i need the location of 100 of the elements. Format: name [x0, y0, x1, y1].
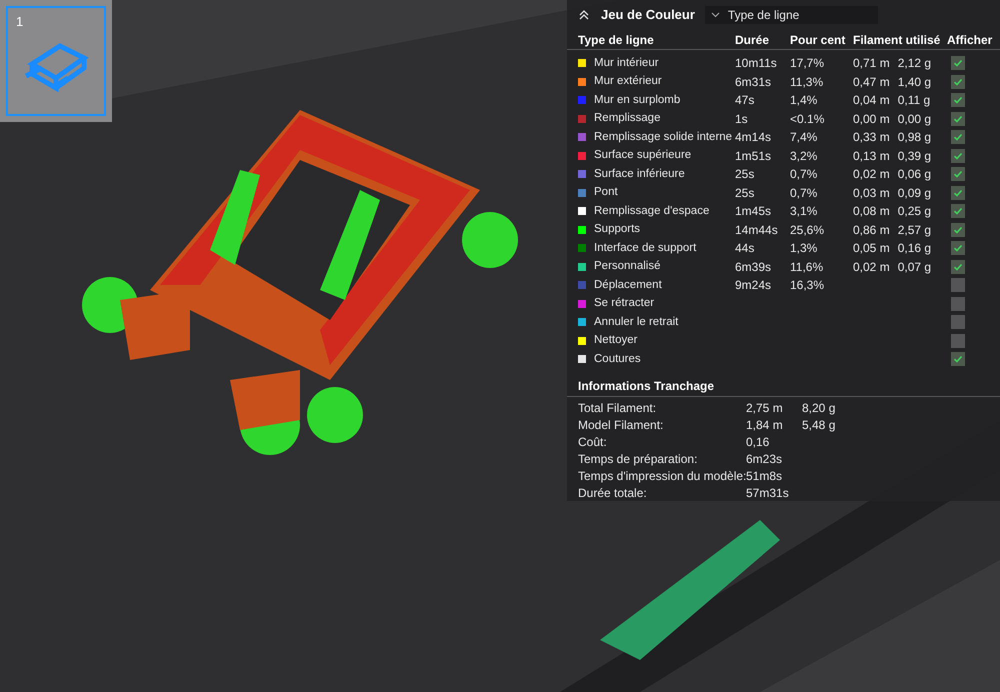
check-icon — [953, 95, 963, 106]
column-header: Durée — [735, 32, 770, 48]
line-type-name: Surface supérieure — [594, 148, 692, 164]
percent: <0.1% — [790, 110, 826, 128]
filament-length: 0,71 m — [853, 55, 890, 72]
line-type-name: Mur extérieur — [594, 74, 662, 90]
filament-length: 0,47 m — [853, 74, 890, 91]
line-type-name: Surface inférieure — [594, 166, 685, 182]
check-icon — [953, 243, 963, 254]
filament-weight: 0,06 g — [898, 166, 932, 184]
info-value: 1,84 m — [746, 416, 784, 434]
show-checkbox[interactable] — [951, 222, 965, 237]
line-type-name: Nettoyer — [594, 333, 638, 348]
duration: 25s — [735, 166, 756, 184]
filament-length: 0,02 m — [853, 166, 890, 184]
show-checkbox[interactable] — [951, 260, 965, 274]
filament-weight: 0,11 g — [898, 92, 930, 110]
filament-length: 0,04 m — [853, 92, 890, 110]
show-checkbox[interactable] — [951, 167, 965, 182]
line-type-name: Remplissage — [594, 111, 660, 126]
section-title: Informations Tranchage — [578, 378, 714, 395]
show-checkbox[interactable] — [951, 334, 965, 348]
info-label: Durée totale: — [578, 484, 648, 502]
column-header: Filament utilisé — [853, 32, 942, 48]
percent: 0,7% — [790, 166, 818, 184]
check-icon — [953, 206, 963, 216]
filament-weight: 0,16 g — [898, 240, 932, 258]
filament-weight: 2,57 g — [898, 222, 932, 239]
duration: 1s — [735, 110, 749, 128]
show-checkbox[interactable] — [951, 352, 965, 366]
line-type-name: Pont — [594, 185, 618, 200]
duration: 1m45s — [735, 203, 772, 220]
filament-length: 0,03 m — [853, 184, 890, 202]
filament-length: 0,00 m — [853, 110, 890, 128]
percent: 11,3% — [790, 74, 824, 91]
filament-weight: 2,12 g — [898, 55, 932, 72]
filament-length: 0,08 m — [853, 203, 890, 220]
info-label: Temps d'impression du modèle: — [578, 468, 746, 484]
show-checkbox[interactable] — [951, 241, 965, 256]
check-icon — [953, 188, 963, 198]
duration: 4m14s — [735, 129, 772, 146]
column-header: Type de ligne — [578, 32, 655, 48]
legend-title: Jeu de Couleur — [601, 6, 695, 24]
info-value: 0,16 — [746, 434, 770, 450]
show-checkbox[interactable] — [951, 204, 965, 218]
percent: 3,2% — [790, 148, 818, 165]
line-type-name: Mur intérieur — [594, 56, 659, 71]
view-type-dropdown[interactable]: Type de ligne — [704, 6, 878, 24]
filament-weight: 0,39 g — [898, 148, 932, 165]
info-label: Model Filament: — [578, 416, 664, 434]
column-header: Afficher — [947, 32, 994, 48]
duration: 6m39s — [735, 258, 772, 276]
info-label: Coût: — [578, 434, 608, 450]
line-type-name: Interface de support — [594, 240, 696, 256]
collapse-button[interactable] — [577, 8, 591, 22]
show-checkbox[interactable] — [951, 315, 965, 330]
duration: 25s — [735, 184, 756, 202]
check-icon — [953, 132, 963, 142]
info-value: 5,48 g — [802, 416, 836, 434]
percent: 1,4% — [790, 92, 818, 110]
filament-weight: 0,00 g — [898, 110, 932, 128]
filament-length: 0,86 m — [853, 222, 890, 239]
check-icon — [953, 150, 963, 161]
duration: 14m44s — [735, 222, 779, 239]
show-checkbox[interactable] — [951, 278, 965, 292]
line-type-name: Coutures — [594, 352, 641, 367]
info-value: 57m31s — [746, 484, 790, 502]
duration: 10m11s — [735, 55, 778, 72]
show-checkbox[interactable] — [951, 74, 965, 89]
percent: 25,6% — [790, 222, 826, 239]
check-icon — [953, 354, 963, 364]
line-type-name: Personnalisé — [594, 259, 660, 274]
percent: 3,1% — [790, 203, 818, 220]
percent: 16,3% — [790, 277, 826, 294]
show-checkbox[interactable] — [951, 296, 965, 311]
show-checkbox[interactable] — [951, 56, 965, 70]
show-checkbox[interactable] — [951, 186, 965, 200]
filament-length: 0,13 m — [853, 148, 890, 165]
info-label: Temps de préparation: — [578, 450, 698, 468]
show-checkbox[interactable] — [951, 112, 965, 126]
show-checkbox[interactable] — [951, 148, 965, 163]
show-checkbox[interactable] — [951, 130, 965, 144]
line-type-name: Annuler le retrait — [594, 314, 678, 330]
percent: 17,7% — [790, 55, 826, 72]
line-type-name: Supports — [594, 222, 640, 238]
check-icon — [953, 169, 963, 180]
check-icon — [953, 224, 963, 235]
show-checkbox[interactable] — [951, 93, 965, 108]
info-value: 2,75 m — [746, 400, 784, 416]
duration: 6m31s — [735, 74, 772, 91]
info-value: 8,20 g — [802, 400, 836, 416]
duration: 9m24s — [735, 277, 772, 294]
line-type-name: Déplacement — [594, 278, 662, 293]
percent: 7,4% — [790, 129, 818, 146]
check-icon — [953, 262, 963, 272]
percent: 1,3% — [790, 240, 818, 258]
line-type-name: Se rétracter — [594, 296, 654, 312]
duration: 1m51s — [735, 148, 772, 165]
filament-weight: 0,98 g — [898, 129, 932, 146]
caret-icon — [710, 12, 720, 18]
